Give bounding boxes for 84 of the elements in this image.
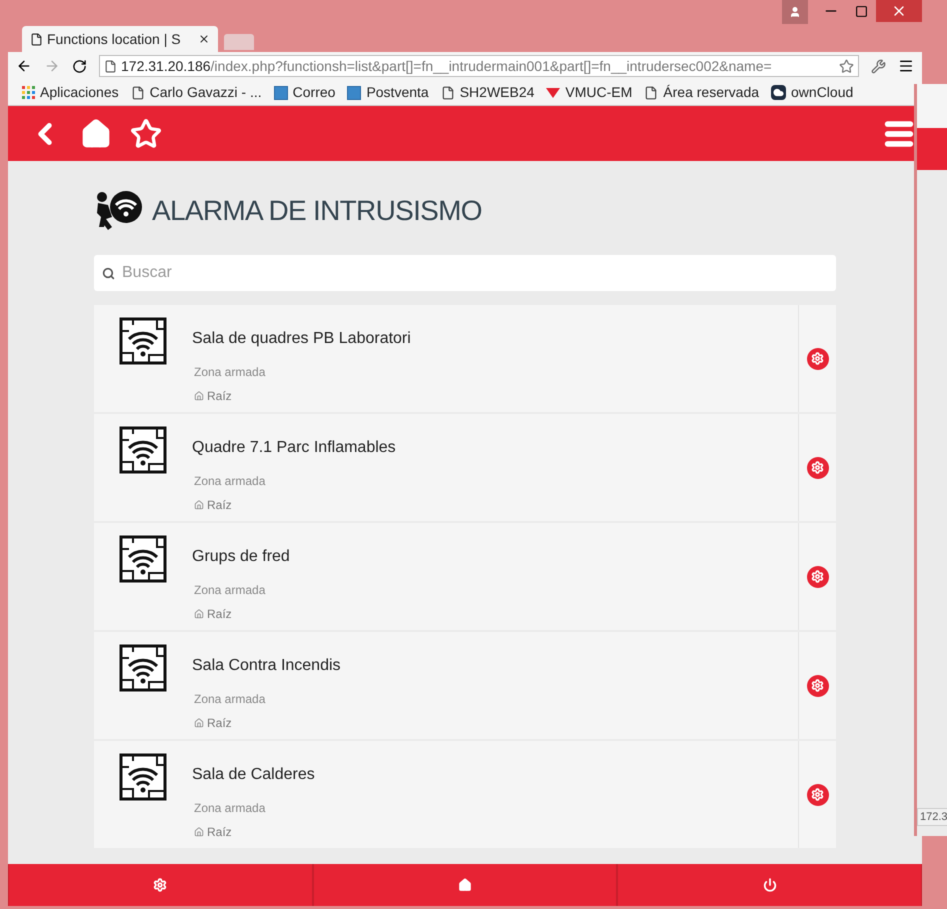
zone-location: Raíz: [207, 715, 232, 732]
zone-status: Zona armada: [194, 800, 266, 817]
settings-button[interactable]: [806, 784, 828, 806]
bookmark-link[interactable]: Aplicaciones: [22, 82, 119, 103]
extension-icon[interactable]: [871, 58, 886, 74]
site-icon: [274, 86, 288, 100]
search-icon: [102, 267, 115, 280]
flag-icon: [546, 88, 560, 98]
floor-plan-wifi-icon: [119, 644, 167, 692]
browser-tab[interactable]: Functions location | S: [22, 26, 218, 52]
bookmark-link[interactable]: Área reservada: [644, 82, 760, 103]
url-path: /index.php?functionsh=list&part[]=fn__intrudermain001&part[]=fn__intrudersec002&name=: [210, 56, 772, 76]
gear-icon: [811, 679, 824, 692]
power-icon: [762, 878, 777, 892]
close-window-button[interactable]: [876, 0, 922, 22]
reload-icon[interactable]: [72, 58, 87, 74]
person-icon: [789, 6, 801, 18]
settings-button[interactable]: [806, 566, 828, 588]
home-icon: [458, 878, 472, 892]
floor-plan-wifi-icon: [119, 426, 167, 474]
favorite-star-icon[interactable]: [130, 118, 162, 150]
zone-name: Sala de Calderes: [192, 765, 316, 785]
profile-button[interactable]: [782, 0, 808, 24]
zone-status: Zona armada: [194, 691, 266, 708]
tab-title: Functions location | S: [47, 30, 181, 49]
gear-icon: [811, 352, 824, 365]
address-bar[interactable]: 172.31.20.186/index.php?functionsh=list&part[]=fn__intrudermain001&part[]=fn__intrudersec002&name=: [99, 55, 859, 77]
bookmark-link[interactable]: Carlo Gavazzi - ...: [130, 82, 262, 103]
home-icon: [194, 827, 204, 837]
floor-plan-wifi-icon: [119, 535, 167, 583]
page-icon: [130, 86, 145, 100]
url-host: 172.31.20.186: [121, 56, 211, 74]
bookmark-link[interactable]: VMUC-EM: [546, 82, 632, 103]
maximize-icon[interactable]: [854, 4, 868, 18]
zone-name: Grups de fred: [192, 547, 291, 567]
zone-name: Quadre 7.1 Parc Inflamables: [192, 438, 397, 458]
zone-name: Sala de quadres PB Laboratori: [192, 329, 412, 349]
home-icon: [194, 718, 204, 728]
zone-status: Zona armada: [194, 582, 266, 599]
search-field[interactable]: Buscar: [94, 255, 836, 291]
settings-icon: [153, 878, 168, 892]
burglar-wifi-icon: [94, 189, 144, 233]
zone-status: Zona armada: [194, 364, 266, 381]
home-icon: [194, 391, 204, 401]
home-icon[interactable]: [80, 118, 112, 150]
page-icon: [30, 32, 43, 46]
chrome-menu-icon[interactable]: [898, 58, 914, 74]
status-text: 172.3: [917, 808, 947, 826]
page-title: ALARMA DE INTRUSISMO: [152, 194, 482, 228]
home-icon: [194, 609, 204, 619]
bookmark-link[interactable]: Correo: [274, 82, 336, 103]
bookmark-link[interactable]: SH2WEB24: [440, 82, 534, 103]
settings-button[interactable]: [806, 456, 828, 478]
floor-plan-wifi-icon: [119, 317, 167, 365]
zone-row[interactable]: Grups de fred Zona armada Raíz: [94, 523, 836, 630]
cloud-icon: [771, 85, 786, 100]
zone-row[interactable]: Sala de Calderes Zona armada Raíz: [94, 741, 836, 848]
back-icon[interactable]: [16, 58, 32, 74]
settings-button[interactable]: [806, 674, 828, 696]
page-icon: [644, 86, 658, 100]
floor-plan-wifi-icon: [119, 753, 167, 801]
page-icon: [104, 60, 117, 72]
bookmark-link[interactable]: ownCloud: [771, 82, 854, 103]
zone-row[interactable]: Sala de quadres PB Laboratori Zona armada Raíz: [94, 305, 836, 412]
zone-name: Sala Contra Incendis: [192, 656, 342, 676]
gear-icon: [811, 570, 824, 583]
zone-location: Raíz: [207, 388, 232, 405]
zone-location: Raíz: [207, 824, 232, 841]
zone-row[interactable]: Quadre 7.1 Parc Inflamables Zona armada Raíz: [94, 414, 836, 521]
site-icon: [347, 86, 362, 100]
home-icon: [194, 500, 204, 510]
zone-status: Zona armada: [194, 473, 266, 490]
bookmark-star-icon[interactable]: [839, 58, 854, 74]
gear-icon: [811, 788, 824, 801]
app-header-bar: [917, 128, 947, 170]
close-icon[interactable]: [198, 33, 210, 45]
gear-icon: [811, 461, 824, 474]
page-icon: [440, 86, 455, 100]
settings-button[interactable]: [806, 348, 828, 370]
apps-grid-icon: [22, 86, 35, 99]
bookmark-link[interactable]: Postventa: [347, 82, 429, 103]
zone-location: Raíz: [207, 497, 232, 514]
zone-location: Raíz: [207, 606, 232, 623]
zone-row[interactable]: Sala Contra Incendis Zona armada Raíz: [94, 632, 836, 739]
